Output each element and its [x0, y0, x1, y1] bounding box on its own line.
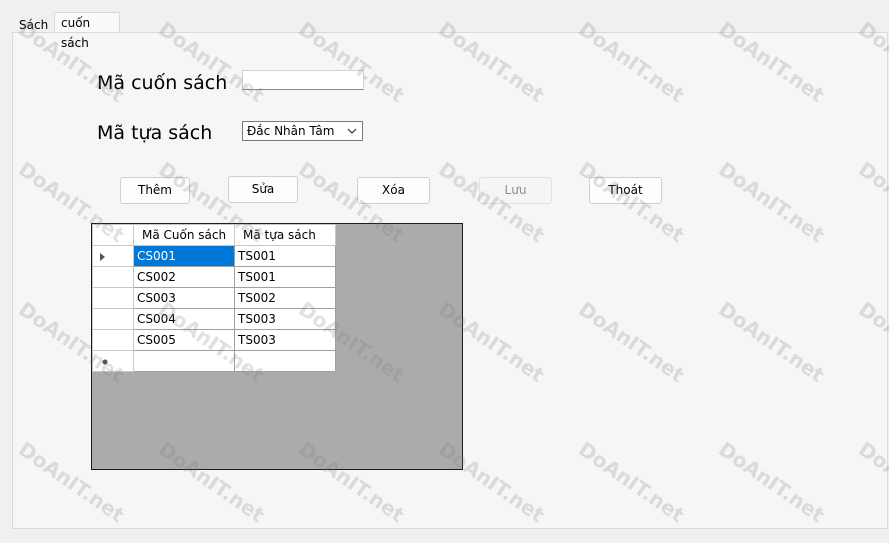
ma-cuon-sach-input[interactable] [242, 70, 364, 90]
sua-button[interactable]: Sửa [228, 176, 298, 203]
cell-ma-cuon-sach[interactable]: CS005 [133, 329, 235, 351]
row-header[interactable] [92, 287, 134, 309]
new-cell-ma-tua-sach[interactable] [234, 350, 336, 372]
xoa-button[interactable]: Xóa [357, 177, 430, 204]
row-header-corner[interactable] [92, 224, 134, 246]
cell-ma-cuon-sach[interactable]: CS002 [133, 266, 235, 288]
column-header-ma-cuon-sach[interactable]: Mã Cuốn sách [133, 224, 235, 246]
datagrid-header-row: Mã Cuốn sách Mã tựa sách [92, 224, 336, 246]
new-row-star-icon [102, 359, 108, 365]
ma-tua-sach-label: Mã tựa sách [97, 122, 213, 144]
cell-ma-cuon-sach[interactable]: CS001 [133, 245, 235, 267]
current-row-arrow-icon [100, 253, 105, 261]
cell-ma-tua-sach[interactable]: TS002 [234, 287, 336, 309]
row-header[interactable] [92, 308, 134, 330]
table-row[interactable]: CS002 TS001 [92, 266, 336, 288]
chevron-down-icon[interactable] [346, 125, 358, 137]
tab-sach[interactable]: Sách [12, 14, 52, 34]
tab-cuon-sach[interactable]: cuốn sách [54, 12, 120, 50]
ma-tua-sach-combobox[interactable]: Đắc Nhân Tâm [242, 121, 363, 141]
table-row[interactable]: CS005 TS003 [92, 329, 336, 351]
them-button[interactable]: Thêm [120, 177, 190, 204]
table-row[interactable]: CS001 TS001 [92, 245, 336, 267]
cell-ma-tua-sach[interactable]: TS003 [234, 308, 336, 330]
column-header-ma-tua-sach[interactable]: Mã tựa sách [234, 224, 336, 246]
row-header[interactable] [92, 266, 134, 288]
cell-ma-cuon-sach[interactable]: CS004 [133, 308, 235, 330]
cuon-sach-datagrid[interactable]: Mã Cuốn sách Mã tựa sách CS001 TS001 CS0… [91, 223, 463, 470]
row-header[interactable] [92, 350, 134, 372]
cell-ma-tua-sach[interactable]: TS001 [234, 245, 336, 267]
cell-ma-tua-sach[interactable]: TS003 [234, 329, 336, 351]
thoat-button[interactable]: Thoát [589, 177, 662, 204]
cell-ma-cuon-sach[interactable]: CS003 [133, 287, 235, 309]
table-row[interactable]: CS004 TS003 [92, 308, 336, 330]
cell-ma-tua-sach[interactable]: TS001 [234, 266, 336, 288]
new-row[interactable] [92, 350, 336, 372]
luu-button[interactable]: Lưu [479, 177, 552, 204]
row-header[interactable] [92, 329, 134, 351]
datagrid-table: Mã Cuốn sách Mã tựa sách CS001 TS001 CS0… [92, 224, 336, 372]
row-header[interactable] [92, 245, 134, 267]
ma-tua-sach-selected: Đắc Nhân Tâm [247, 124, 335, 138]
new-cell-ma-cuon-sach[interactable] [133, 350, 235, 372]
table-row[interactable]: CS003 TS002 [92, 287, 336, 309]
ma-cuon-sach-label: Mã cuốn sách [97, 72, 228, 94]
